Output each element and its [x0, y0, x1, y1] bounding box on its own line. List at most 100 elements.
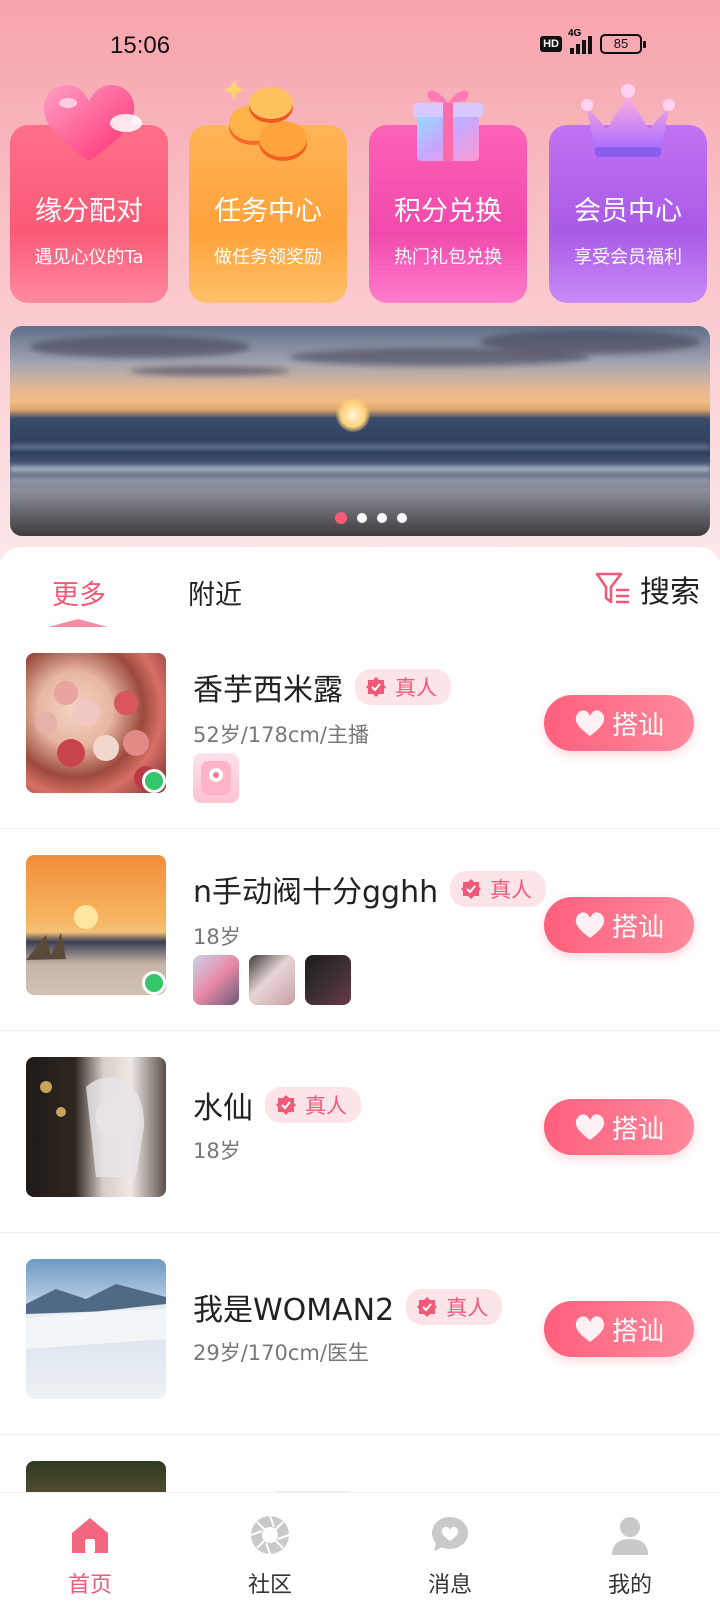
greet-button[interactable]: 搭讪 — [544, 695, 694, 751]
feature-card-vip[interactable]: 会员中心 享受会员福利 — [549, 84, 707, 303]
status-icons: HD 4G 85 — [540, 28, 646, 54]
filter-icon — [595, 572, 629, 604]
carousel-dot-3[interactable] — [377, 513, 387, 523]
verified-badge: 真人 — [355, 669, 451, 705]
crown-icon — [581, 84, 675, 157]
tab-nearby[interactable]: 附近 — [188, 573, 242, 612]
name-line: 我是WOMAN2 真人 — [193, 1285, 503, 1329]
list-item[interactable]: 香芋西米露 真人 52岁/178cm/主播 搭讪 — [0, 627, 720, 829]
feature-card-task[interactable]: 任务中心 做任务领奖励 — [189, 80, 347, 303]
search-button[interactable]: 搜索 — [594, 567, 700, 611]
name-line: 水仙 真人 — [193, 1083, 361, 1127]
photo-thumb[interactable] — [193, 753, 239, 803]
user-icon — [612, 1517, 648, 1555]
nav-community[interactable]: 社区 — [220, 1513, 320, 1599]
greet-button[interactable]: 搭讪 — [544, 1301, 694, 1357]
status-time: 15:06 — [110, 32, 171, 59]
user-list: 香芋西米露 真人 52岁/178cm/主播 搭讪 n手动阀十分gghh 真人 1… — [0, 627, 720, 1492]
carousel-dot-4[interactable] — [397, 513, 407, 523]
tab-indicator — [48, 619, 108, 627]
heart-icon — [575, 912, 605, 938]
verified-badge: 真人 — [406, 1289, 503, 1325]
verified-label: 真人 — [395, 676, 437, 700]
verified-badge: 真人 — [450, 871, 547, 907]
user-meta: 18岁 — [193, 1139, 241, 1163]
user-meta: 52岁/178cm/主播 — [193, 723, 369, 747]
nav-home[interactable]: 首页 — [40, 1513, 140, 1599]
carousel-dot-1[interactable] — [335, 512, 347, 524]
banner-carousel[interactable] — [10, 326, 710, 536]
avatar[interactable] — [26, 1259, 166, 1399]
user-name: n手动阀十分gghh — [193, 875, 439, 910]
avatar[interactable] — [26, 1461, 166, 1492]
aperture-icon — [250, 1515, 290, 1555]
feature-title: 积分兑换 — [394, 196, 502, 227]
nav-home-label: 首页 — [67, 1573, 112, 1598]
user-name: 水仙 — [193, 1091, 253, 1126]
list-item[interactable]: 我是WOMAN2 真人 29岁/170cm/医生 搭讪 — [0, 1233, 720, 1435]
feature-title: 会员中心 — [574, 196, 682, 227]
photo-thumbs — [193, 955, 351, 1005]
battery-icon: 85 — [600, 34, 646, 54]
user-meta: 18岁 — [193, 925, 241, 949]
verified-icon — [366, 677, 386, 697]
heart-icon — [43, 85, 142, 161]
verified-icon — [276, 1095, 296, 1115]
list-item[interactable]: 水仙 真人 18岁 搭讪 — [0, 1031, 720, 1233]
banner-sun — [336, 398, 370, 432]
greet-label: 搭讪 — [611, 710, 664, 741]
feature-cards: 缘分配对 遇见心仪的Ta 任务中心 做任务领奖励 积分兑换 热门礼包兑换 会员中… — [10, 80, 710, 310]
search-label: 搜索 — [640, 575, 700, 610]
photo-thumb[interactable] — [249, 955, 295, 1005]
tab-more[interactable]: 更多 — [52, 573, 106, 612]
verified-icon — [461, 879, 482, 899]
greet-label: 搭讪 — [611, 1316, 664, 1347]
list-item[interactable]: 冬雪 真人 — [0, 1435, 720, 1492]
feature-subtitle: 做任务领奖励 — [214, 247, 322, 268]
nav-messages[interactable]: 消息 — [400, 1513, 500, 1599]
nav-community-label: 社区 — [247, 1573, 292, 1598]
feature-card-points[interactable]: 积分兑换 热门礼包兑换 — [369, 90, 527, 303]
feature-card-match[interactable]: 缘分配对 遇见心仪的Ta — [10, 85, 168, 303]
photo-thumb[interactable] — [305, 955, 351, 1005]
verified-icon — [417, 1297, 438, 1317]
heart-icon — [575, 710, 605, 736]
feature-subtitle: 遇见心仪的Ta — [34, 247, 144, 268]
nav-me[interactable]: 我的 — [580, 1513, 680, 1599]
heart-icon — [575, 1114, 605, 1140]
feature-subtitle: 享受会员福利 — [574, 247, 682, 268]
greet-label: 搭讪 — [611, 1114, 664, 1145]
photo-thumb[interactable] — [193, 955, 239, 1005]
photo-thumbs — [193, 753, 239, 803]
feature-subtitle: 热门礼包兑换 — [394, 247, 502, 268]
home-icon — [72, 1518, 108, 1553]
user-name: 香芋西米露 — [193, 673, 343, 708]
verified-label: 真人 — [490, 878, 533, 902]
signal-icon: 4G — [568, 28, 592, 54]
greet-button[interactable]: 搭讪 — [544, 897, 694, 953]
list-item[interactable]: n手动阀十分gghh 真人 18岁 搭讪 — [0, 829, 720, 1031]
greet-button[interactable]: 搭讪 — [544, 1099, 694, 1155]
hd-icon: HD — [540, 36, 562, 52]
user-meta: 29岁/170cm/医生 — [193, 1341, 369, 1365]
verified-label: 真人 — [305, 1094, 347, 1118]
name-line: 香芋西米露 真人 — [193, 665, 451, 709]
verified-badge: 真人 — [265, 1087, 361, 1123]
online-status-dot — [142, 769, 166, 793]
user-name: 我是WOMAN2 — [193, 1293, 395, 1328]
greet-label: 搭讪 — [611, 912, 664, 943]
tabs-bar: 更多 附近 搜索 — [0, 547, 720, 627]
network-type: 4G — [568, 28, 582, 39]
carousel-dots[interactable] — [10, 512, 710, 524]
feature-title: 缘分配对 — [35, 196, 143, 227]
verified-label: 真人 — [446, 1296, 489, 1320]
coins-icon — [224, 80, 307, 161]
heart-icon — [575, 1316, 605, 1342]
avatar[interactable] — [26, 1057, 166, 1197]
nav-messages-label: 消息 — [427, 1573, 472, 1598]
message-heart-icon — [432, 1517, 468, 1551]
feature-title: 任务中心 — [214, 196, 322, 227]
nav-me-label: 我的 — [607, 1573, 652, 1598]
carousel-dot-2[interactable] — [357, 513, 367, 523]
name-line: n手动阀十分gghh 真人 — [193, 867, 547, 911]
